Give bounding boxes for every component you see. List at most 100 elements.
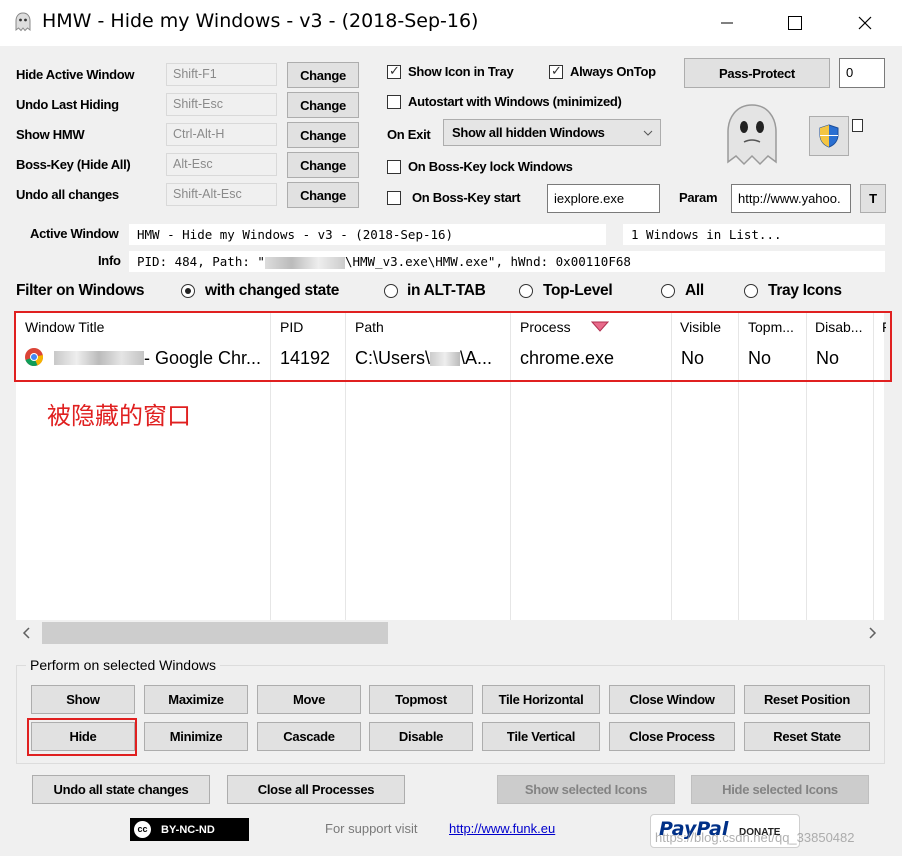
hmw-window: HMW - Hide my Windows - v3 - (2018-Sep-1… [0, 0, 902, 856]
minimize-icon [721, 22, 733, 24]
undo-all-state-button[interactable]: Undo all state changes [32, 775, 210, 804]
show-icon-tray-checkbox[interactable]: ✓ [387, 63, 401, 79]
hotkey-field-undo-last[interactable]: Shift-Esc [166, 93, 277, 116]
scroll-right-icon[interactable] [867, 627, 877, 639]
close-all-processes-button[interactable]: Close all Processes [227, 775, 405, 804]
hidden-window-annotation: 被隐藏的窗口 [47, 402, 191, 430]
pass-protect-input[interactable]: 0 [839, 58, 885, 88]
info-label: Info [98, 253, 121, 268]
on-exit-label: On Exit [387, 127, 431, 142]
boss-key-lock-label: On Boss-Key lock Windows [408, 159, 573, 174]
active-window-label: Active Window [30, 226, 119, 241]
hotkey-label-undo-all: Undo all changes [16, 187, 119, 202]
move-button[interactable]: Move [257, 685, 361, 714]
actions-group-title: Perform on selected Windows [26, 657, 220, 673]
filter-option-all: All [685, 282, 704, 299]
cc-icon: cc [134, 821, 151, 838]
change-button-boss-key[interactable]: Change [287, 152, 359, 178]
tile-vertical-button[interactable]: Tile Vertical [482, 722, 600, 751]
filter-option-alt-tab: in ALT-TAB [407, 282, 486, 299]
info-value-prefix: PID: 484, Path: " [137, 254, 265, 269]
title-bar: HMW - Hide my Windows - v3 - (2018-Sep-1… [0, 0, 902, 46]
hotkey-label-show-hmw: Show HMW [16, 127, 85, 142]
hotkey-field-boss-key[interactable]: Alt-Esc [166, 153, 277, 176]
filter-radio-changed[interactable] [181, 284, 195, 298]
change-button-undo-all[interactable]: Change [287, 182, 359, 208]
highlight-box-list [14, 311, 892, 382]
autostart-label: Autostart with Windows (minimized) [408, 94, 622, 109]
param-input[interactable]: http://www.yahoo. [731, 184, 851, 213]
info-value: PID: 484, Path: " \HMW_v3.exe\HMW.exe", h… [129, 251, 885, 272]
info-value-suffix: \HMW_v3.exe\HMW.exe", hWnd: 0x00110F68 [344, 254, 631, 269]
pass-protect-button[interactable]: Pass-Protect [684, 58, 830, 88]
show-icon-tray-label: Show Icon in Tray [408, 64, 514, 79]
close-process-button[interactable]: Close Process [609, 722, 735, 751]
autostart-checkbox[interactable] [387, 95, 401, 109]
filter-radio-all[interactable] [661, 284, 675, 298]
reset-state-button[interactable]: Reset State [744, 722, 870, 751]
scroll-left-icon[interactable] [22, 627, 32, 639]
close-button[interactable] [842, 8, 888, 38]
elevate-checkbox[interactable] [852, 119, 863, 132]
filter-label: Filter on Windows [16, 282, 145, 299]
support-text: For support visit [325, 821, 418, 836]
change-button-show-hmw[interactable]: Change [287, 122, 359, 148]
ghost-logo-icon [727, 104, 777, 166]
tile-horizontal-button[interactable]: Tile Horizontal [482, 685, 600, 714]
window-count-value: 1 Windows in List... [623, 224, 885, 245]
maximize-icon [788, 16, 802, 30]
boss-key-lock-checkbox[interactable] [387, 160, 401, 174]
cc-license-badge[interactable]: cc BY-NC-ND [130, 818, 249, 841]
window-title: HMW - Hide my Windows - v3 - (2018-Sep-1… [42, 10, 479, 32]
filter-radio-alt-tab[interactable] [384, 284, 398, 298]
param-t-button[interactable]: T [860, 184, 886, 213]
minimize-button[interactable] [704, 8, 750, 38]
show-selected-icons-button[interactable]: Show selected Icons [497, 775, 675, 804]
reset-position-button[interactable]: Reset Position [744, 685, 870, 714]
close-window-button[interactable]: Close Window [609, 685, 735, 714]
close-icon [858, 16, 872, 30]
disable-button[interactable]: Disable [369, 722, 473, 751]
filter-radio-top-level[interactable] [519, 284, 533, 298]
support-link[interactable]: http://www.funk.eu [449, 821, 555, 836]
hide-selected-icons-button[interactable]: Hide selected Icons [691, 775, 869, 804]
watermark-text: https://blog.csdn.net/qq_33850482 [655, 830, 855, 845]
param-label: Param [679, 190, 718, 205]
radio-dot [185, 288, 191, 294]
boss-key-start-label: On Boss-Key start [412, 190, 521, 205]
boss-key-start-checkbox[interactable] [387, 191, 401, 205]
filter-radio-tray-icons[interactable] [744, 284, 758, 298]
elevate-admin-button[interactable] [809, 116, 849, 156]
hotkey-label-boss-key: Boss-Key (Hide All) [16, 157, 131, 172]
redacted-path [264, 256, 345, 269]
hotkey-field-hide-active[interactable]: Shift-F1 [166, 63, 277, 86]
filter-option-tray-icons: Tray Icons [768, 282, 842, 299]
on-exit-dropdown[interactable]: Show all hidden Windows [443, 119, 661, 146]
boss-key-start-input[interactable]: iexplore.exe [547, 184, 660, 213]
chevron-down-icon [643, 130, 653, 136]
change-button-undo-last[interactable]: Change [287, 92, 359, 118]
uac-shield-icon [819, 124, 839, 148]
always-ontop-label: Always OnTop [570, 64, 656, 79]
hotkey-label-hide-active: Hide Active Window [16, 67, 135, 82]
hotkey-label-undo-last: Undo Last Hiding [16, 97, 119, 112]
change-button-hide-active[interactable]: Change [287, 62, 359, 88]
cc-license-text: BY-NC-ND [161, 823, 215, 836]
filter-option-top-level: Top-Level [543, 282, 613, 299]
scrollbar-thumb[interactable] [42, 622, 388, 644]
hotkey-field-undo-all[interactable]: Shift-Alt-Esc [166, 183, 277, 206]
maximize-button[interactable] [772, 8, 818, 38]
ghost-app-icon [15, 12, 31, 32]
maximize-window-button[interactable]: Maximize [144, 685, 248, 714]
cascade-button[interactable]: Cascade [257, 722, 361, 751]
topmost-button[interactable]: Topmost [369, 685, 473, 714]
on-exit-value: Show all hidden Windows [452, 125, 605, 140]
minimize-window-button[interactable]: Minimize [144, 722, 248, 751]
highlight-box-hide [27, 718, 137, 756]
show-button[interactable]: Show [31, 685, 135, 714]
active-window-value: HMW - Hide my Windows - v3 - (2018-Sep-1… [129, 224, 606, 245]
always-ontop-checkbox[interactable]: ✓ [549, 63, 563, 79]
hotkey-field-show-hmw[interactable]: Ctrl-Alt-H [166, 123, 277, 146]
check-icon: ✓ [389, 63, 400, 78]
filter-option-changed: with changed state [205, 282, 340, 299]
